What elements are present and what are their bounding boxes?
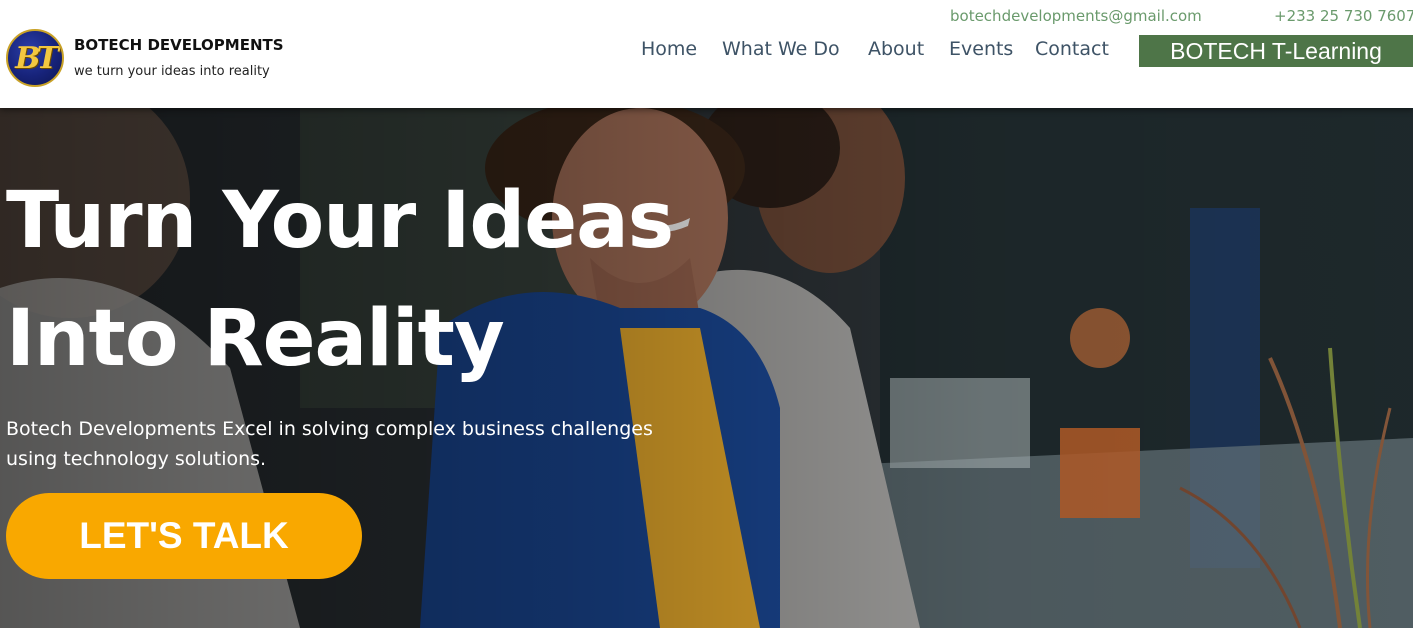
hero-subtitle: Botech Developments Excel in solving com…	[6, 414, 726, 474]
contact-email-link[interactable]: botechdevelopments@gmail.com	[950, 7, 1202, 25]
nav-item-home[interactable]: Home	[641, 38, 697, 64]
brand-logo[interactable]: BT	[6, 29, 64, 87]
brand-name[interactable]: BOTECH DEVELOPMENTS	[74, 36, 284, 54]
hero-subtitle-line-1: Botech Developments Excel in solving com…	[6, 418, 653, 440]
nav-item-contact[interactable]: Contact	[1035, 38, 1109, 64]
hero-title-line-2: Into Reality	[6, 294, 505, 384]
hero-subtitle-line-2: using technology solutions.	[6, 448, 267, 470]
lets-talk-button[interactable]: LET'S TALK	[6, 493, 362, 579]
brand-tagline: we turn your ideas into reality	[74, 64, 270, 79]
hero-title-line-1: Turn Your Ideas	[6, 176, 674, 266]
hero-section: Turn Your Ideas Into Reality Botech Deve…	[0, 108, 1413, 628]
contact-phone-link[interactable]: +233 25 730 7607	[1274, 7, 1413, 25]
nav-item-about[interactable]: About	[868, 38, 924, 64]
site-header: BT BOTECH DEVELOPMENTS we turn your idea…	[0, 0, 1413, 108]
nav-item-what-we-do[interactable]: What We Do	[722, 38, 840, 64]
t-learning-button[interactable]: BOTECH T-Learning	[1139, 35, 1413, 67]
nav-item-events[interactable]: Events	[949, 38, 1013, 64]
logo-text: BT	[15, 40, 59, 76]
